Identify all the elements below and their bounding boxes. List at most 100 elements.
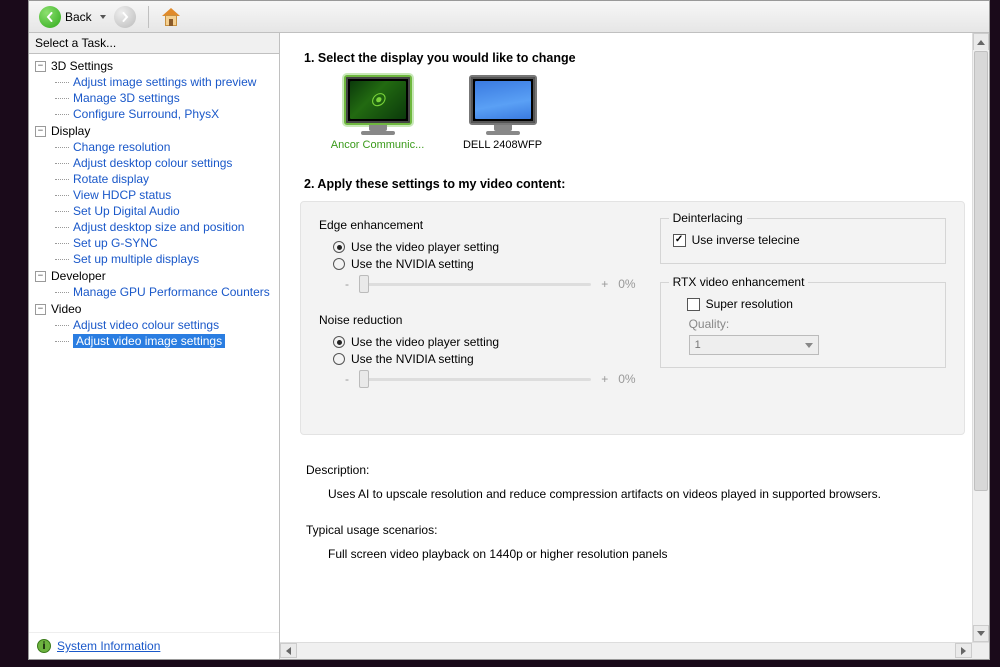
monitor-icon: ⦿ — [344, 75, 412, 125]
slider-track[interactable] — [359, 378, 591, 381]
chevron-right-icon — [961, 647, 966, 655]
tree-item[interactable]: Adjust desktop size and position — [53, 219, 277, 235]
tree-item[interactable]: Set up G-SYNC — [53, 235, 277, 251]
group-title: RTX video enhancement — [669, 275, 809, 289]
checkbox-inverse-telecine[interactable]: Use inverse telecine — [673, 233, 933, 247]
tree-item[interactable]: Rotate display — [53, 171, 277, 187]
back-icon — [39, 6, 61, 28]
sidebar-footer: i System Information — [29, 632, 279, 659]
noise-reduction-group: Noise reduction Use the video player set… — [319, 313, 636, 386]
back-label: Back — [65, 10, 92, 24]
back-dropdown-icon[interactable] — [100, 15, 106, 19]
usage-title: Typical usage scenarios: — [306, 523, 965, 537]
tree-category[interactable]: − 3D Settings — [33, 58, 277, 74]
radio-use-player[interactable]: Use the video player setting — [333, 240, 636, 254]
group-title: Noise reduction — [319, 313, 636, 327]
tree-item[interactable]: Set up multiple displays — [53, 251, 277, 267]
system-information-link[interactable]: System Information — [57, 639, 160, 653]
radio-icon — [333, 336, 345, 348]
display-list: ⦿ Ancor Communic... DELL 2408WFP — [330, 75, 965, 151]
edge-slider: - + 0% — [345, 277, 636, 291]
tree-item[interactable]: Manage 3D settings — [53, 90, 277, 106]
task-tree[interactable]: − 3D Settings Adjust image settings with… — [29, 54, 279, 632]
slider-thumb[interactable] — [359, 275, 369, 293]
forward-icon — [114, 6, 136, 28]
home-button[interactable] — [157, 6, 185, 28]
forward-button[interactable] — [110, 4, 140, 30]
group-title: Deinterlacing — [669, 211, 747, 225]
horizontal-scrollbar[interactable] — [280, 642, 989, 659]
chevron-left-icon — [286, 647, 291, 655]
radio-use-nvidia[interactable]: Use the NVIDIA setting — [333, 257, 636, 271]
edge-enhancement-group: Edge enhancement Use the video player se… — [319, 218, 636, 291]
info-icon: i — [37, 639, 51, 653]
tree-item[interactable]: Configure Surround, PhysX — [53, 106, 277, 122]
description-title: Description: — [306, 463, 965, 477]
scroll-corner — [972, 643, 989, 659]
toolbar-separator — [148, 6, 149, 28]
sidebar-header: Select a Task... — [29, 33, 279, 54]
group-title: Edge enhancement — [319, 218, 636, 232]
slider-value: 0% — [618, 277, 635, 291]
task-sidebar: Select a Task... − 3D Settings Adjust im… — [29, 33, 280, 659]
vertical-scrollbar[interactable] — [972, 33, 989, 642]
collapse-icon[interactable]: − — [35, 304, 46, 315]
tree-item[interactable]: Adjust desktop colour settings — [53, 155, 277, 171]
radio-icon — [333, 353, 345, 365]
quality-select[interactable]: 1 — [689, 335, 819, 355]
usage-text: Full screen video playback on 1440p or h… — [328, 547, 965, 561]
quality-value: 1 — [695, 339, 701, 351]
plus-icon: + — [601, 372, 608, 386]
tree-item[interactable]: View HDCP status — [53, 187, 277, 203]
deinterlacing-group: Deinterlacing Use inverse telecine — [660, 218, 946, 264]
scroll-thumb[interactable] — [974, 51, 988, 491]
display-label: DELL 2408WFP — [463, 139, 542, 151]
chevron-down-icon — [977, 631, 985, 636]
noise-slider: - + 0% — [345, 372, 636, 386]
tree-category[interactable]: − Video — [33, 301, 277, 317]
tree-item-selected[interactable]: Adjust video image settings — [53, 333, 277, 349]
radio-icon — [333, 241, 345, 253]
home-icon — [161, 8, 181, 26]
chevron-up-icon — [977, 40, 985, 45]
display-label: Ancor Communic... — [331, 139, 425, 151]
rtx-enhancement-group: RTX video enhancement Super resolution Q… — [660, 282, 946, 368]
checkbox-icon — [673, 234, 686, 247]
monitor-icon — [469, 75, 537, 125]
plus-icon: + — [601, 277, 608, 291]
tree-category[interactable]: − Display — [33, 123, 277, 139]
display-option[interactable]: DELL 2408WFP — [455, 75, 550, 151]
scroll-down-button[interactable] — [973, 625, 989, 642]
checkbox-super-resolution[interactable]: Super resolution — [687, 297, 933, 311]
radio-icon — [333, 258, 345, 270]
radio-use-nvidia[interactable]: Use the NVIDIA setting — [333, 352, 636, 366]
collapse-icon[interactable]: − — [35, 126, 46, 137]
minus-icon: - — [345, 372, 349, 386]
description-text: Uses AI to upscale resolution and reduce… — [328, 487, 965, 501]
tree-category[interactable]: − Developer — [33, 268, 277, 284]
radio-use-player[interactable]: Use the video player setting — [333, 335, 636, 349]
tree-item[interactable]: Set Up Digital Audio — [53, 203, 277, 219]
chevron-down-icon — [805, 343, 813, 348]
scroll-right-button[interactable] — [955, 643, 972, 658]
scroll-left-button[interactable] — [280, 643, 297, 658]
tree-item[interactable]: Adjust video colour settings — [53, 317, 277, 333]
slider-value: 0% — [618, 372, 635, 386]
checkbox-icon — [687, 298, 700, 311]
content-pane: 1. Select the display you would like to … — [280, 33, 989, 659]
settings-panel: Edge enhancement Use the video player se… — [300, 201, 965, 435]
tree-item[interactable]: Change resolution — [53, 139, 277, 155]
slider-track[interactable] — [359, 283, 591, 286]
collapse-icon[interactable]: − — [35, 271, 46, 282]
step1-title: 1. Select the display you would like to … — [304, 51, 965, 65]
toolbar: Back — [29, 1, 989, 33]
scroll-up-button[interactable] — [973, 33, 989, 50]
minus-icon: - — [345, 277, 349, 291]
control-panel-window: Back Select a Task... − — [28, 0, 990, 660]
slider-thumb[interactable] — [359, 370, 369, 388]
collapse-icon[interactable]: − — [35, 61, 46, 72]
display-option[interactable]: ⦿ Ancor Communic... — [330, 75, 425, 151]
tree-item[interactable]: Adjust image settings with preview — [53, 74, 277, 90]
tree-item[interactable]: Manage GPU Performance Counters — [53, 284, 277, 300]
back-button[interactable]: Back — [35, 4, 96, 30]
